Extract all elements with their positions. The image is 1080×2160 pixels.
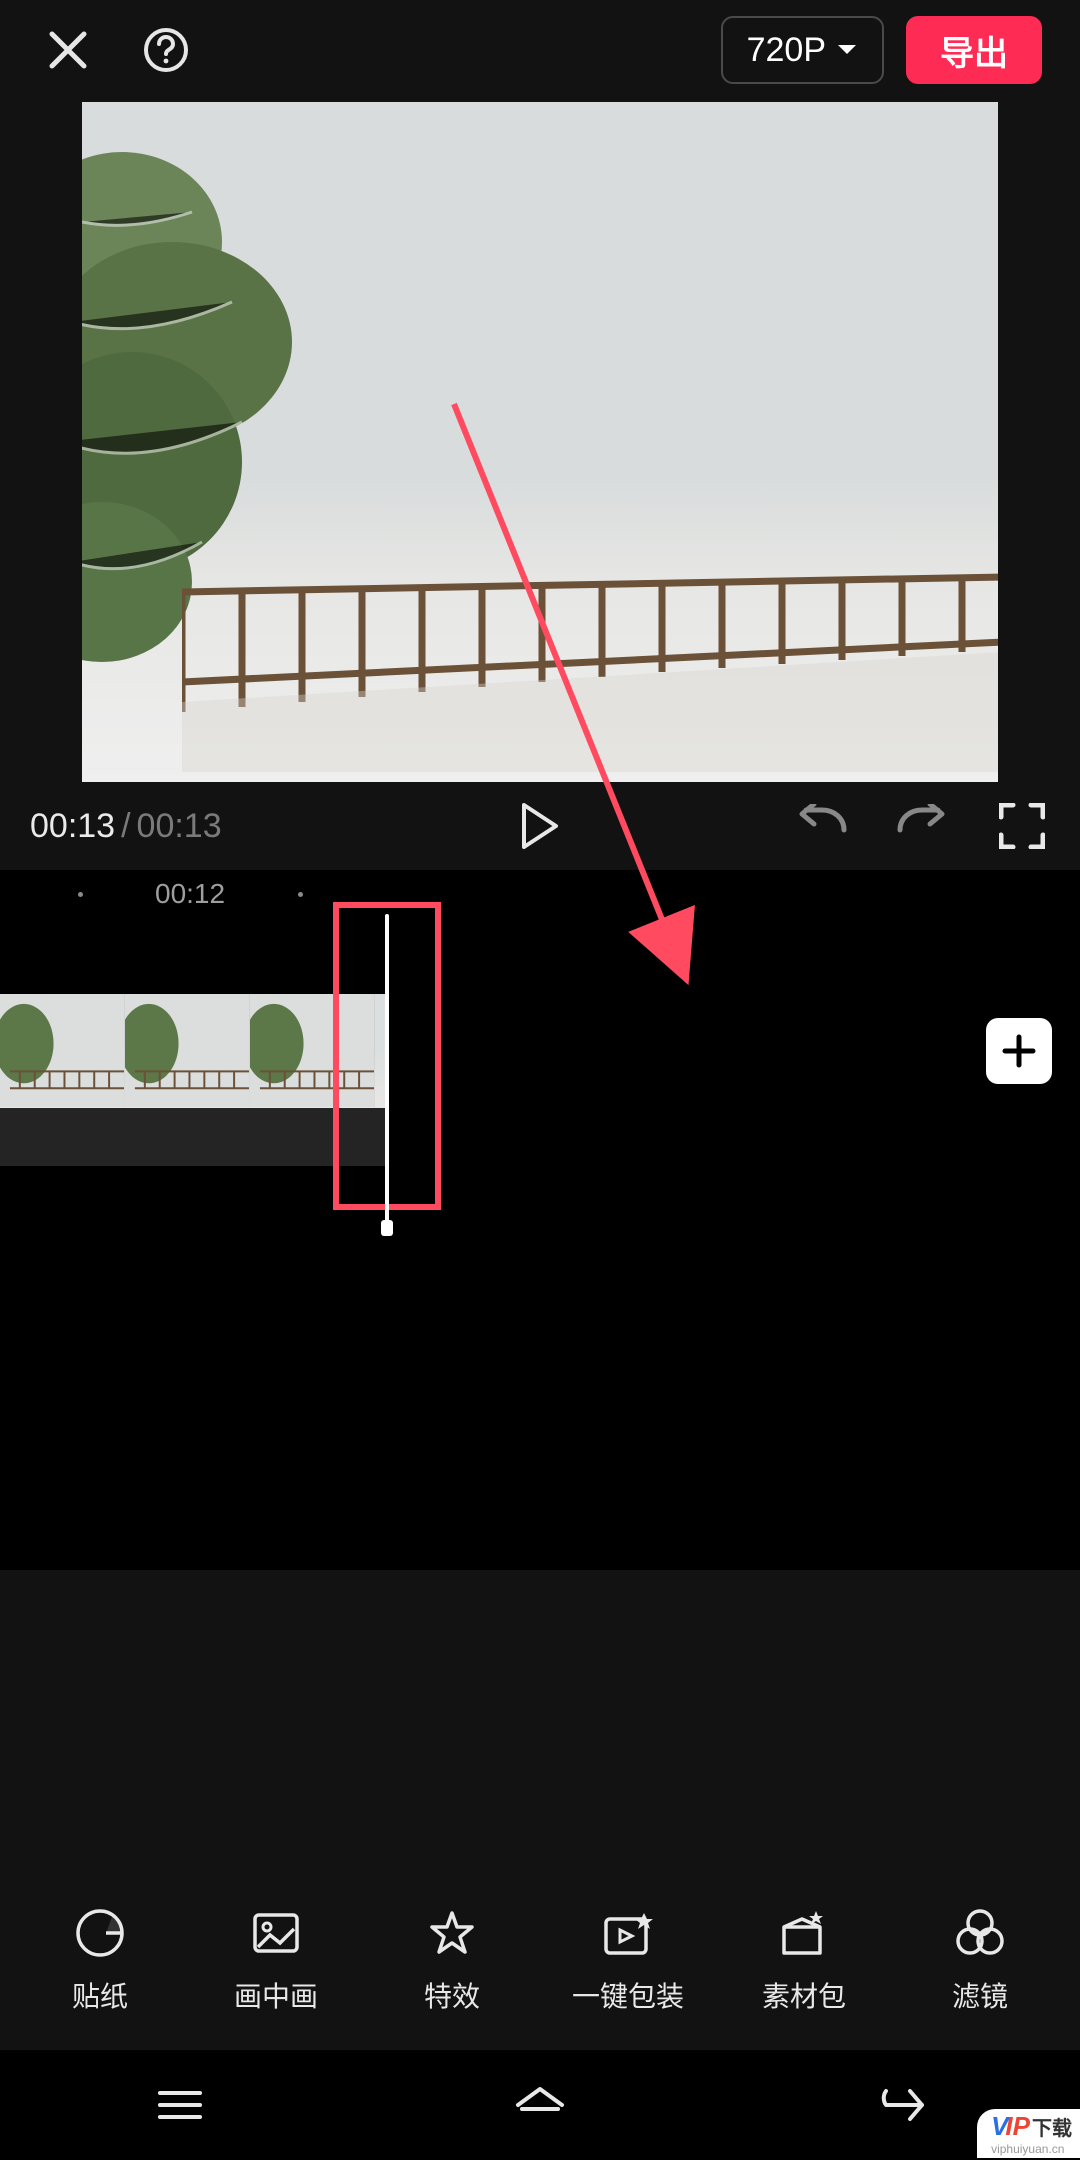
tool-label: 贴纸 [72,1975,128,2015]
undo-button[interactable] [794,798,850,854]
filter-icon [952,1907,1008,1959]
undo-icon [796,804,848,848]
timeline-ruler: 00:12 [0,870,1080,918]
playhead[interactable] [385,914,389,1224]
play-icon [520,803,560,849]
video-preview[interactable] [82,102,998,782]
tool-assets[interactable]: 素材包 [734,1905,874,2015]
preview-area [0,102,1080,782]
watermark-brand-suffix: 下载 [1032,2118,1072,2140]
time-separator: / [121,807,130,846]
pip-icon [250,1907,302,1959]
tool-filter[interactable]: 滤镜 [910,1905,1050,2015]
playhead-handle[interactable] [381,1220,393,1236]
watermark: VIP下载 viphuiyuan.cn [977,2109,1080,2158]
current-time: 00:13 [30,807,115,846]
secondary-track[interactable] [0,1108,385,1166]
nav-back-button[interactable] [860,2075,940,2135]
play-button[interactable] [510,796,570,856]
tool-sticker[interactable]: 贴纸 [30,1905,170,2015]
help-button[interactable] [136,20,196,80]
bottom-toolbar: 贴纸 画中画 特效 一键包装 素材包 滤镜 [0,1880,1080,2040]
total-time: 00:13 [137,807,222,846]
home-icon [512,2083,568,2127]
effects-icon [426,1907,478,1959]
clip-thumbnail[interactable] [0,994,125,1108]
plus-icon [1001,1033,1037,1069]
add-clip-button[interactable] [986,1018,1052,1084]
preview-railing-graphic [182,572,998,772]
menu-icon [154,2085,206,2125]
tool-pip[interactable]: 画中画 [206,1905,346,2015]
clip-thumbnail[interactable] [125,994,250,1108]
close-button[interactable] [38,20,98,80]
export-button[interactable]: 导出 [906,16,1042,84]
watermark-brand-ip: IP [1005,2111,1030,2141]
tool-label: 素材包 [762,1975,846,2015]
tool-label: 特效 [424,1975,480,2015]
editor-header: 720P 导出 [0,0,1080,100]
tool-label: 一键包装 [572,1975,684,2015]
redo-icon [896,804,948,848]
playback-bar: 00:13 / 00:13 [0,782,1080,870]
resolution-dropdown[interactable]: 720P [721,16,884,84]
watermark-url: viphuiyuan.cn [991,2142,1064,2156]
resolution-label: 720P [747,31,826,70]
tool-label: 滤镜 [952,1975,1008,2015]
fullscreen-button[interactable] [994,798,1050,854]
nav-home-button[interactable] [500,2075,580,2135]
close-icon [46,28,90,72]
nav-menu-button[interactable] [140,2075,220,2135]
back-icon [872,2085,928,2125]
tool-label: 画中画 [234,1975,318,2015]
tool-autopack[interactable]: 一键包装 [558,1905,698,2015]
timeline[interactable]: 00:12 [0,870,1080,1570]
fullscreen-icon [999,803,1045,849]
tool-effects[interactable]: 特效 [382,1905,522,2015]
chevron-down-icon [836,43,858,57]
video-track[interactable] [0,994,385,1108]
export-label: 导出 [940,26,1008,75]
ruler-time-label: 00:12 [155,878,225,910]
sticker-icon [74,1907,126,1959]
help-icon [142,26,190,74]
redo-button[interactable] [894,798,950,854]
system-navbar [0,2050,1080,2160]
autopack-icon [600,1907,656,1959]
assets-icon [776,1907,832,1959]
